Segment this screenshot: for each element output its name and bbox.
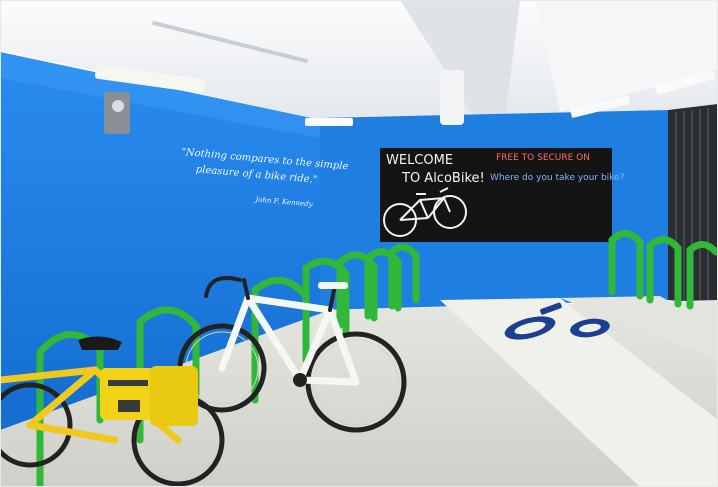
chalkboard-welcome-line-1: WELCOME	[386, 153, 453, 168]
security-camera-icon	[104, 92, 130, 134]
chalkboard-red-text: FREE TO SECURE ON	[496, 153, 590, 163]
chalkboard-welcome-line-2: TO AlcoBike!	[401, 171, 485, 186]
chalkboard-blue-text: Where do you take your bike?	[490, 173, 625, 183]
chalkboard: WELCOME TO AlcoBike! FREE TO SECURE ON W…	[380, 148, 625, 242]
bike-room-photo: "Nothing compares to the simple pleasure…	[0, 0, 718, 487]
